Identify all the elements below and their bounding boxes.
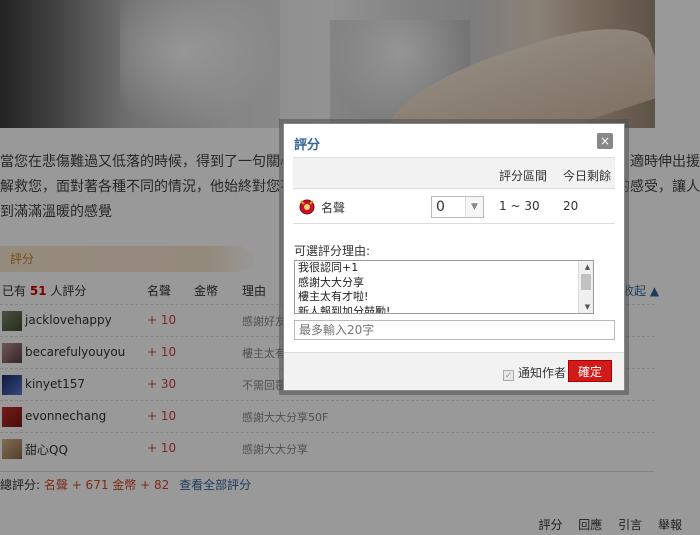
notify-label: 通知作者	[518, 366, 567, 380]
reason-input[interactable]	[294, 320, 615, 340]
notify-author[interactable]: ✓ 通知作者	[503, 364, 566, 381]
reason-scrollbar[interactable]: ▲ ▼	[578, 261, 593, 313]
rate-dialog: 評分 × 評分區間 今日剩餘 名聲 0 ▼ 1 ~ 30 20 可選評分理由: …	[283, 123, 625, 391]
fame-badge-icon	[299, 199, 315, 215]
notify-checkbox[interactable]: ✓	[503, 370, 514, 381]
score-select-value: 0	[436, 199, 445, 215]
scroll-thumb[interactable]	[581, 274, 591, 290]
scroll-up-icon[interactable]: ▲	[579, 261, 593, 273]
reason-option[interactable]: 我很認同+1	[295, 261, 593, 276]
reason-option[interactable]: 感謝大大分享	[295, 276, 593, 291]
col-range: 評分區間	[499, 169, 548, 183]
rate-grid-header: 評分區間 今日剩餘	[293, 157, 615, 189]
rate-grid-row: 名聲 0 ▼ 1 ~ 30 20	[293, 189, 615, 224]
reason-label: 可選評分理由:	[294, 244, 371, 258]
dialog-footer: ✓ 通知作者 確定	[284, 352, 624, 390]
col-today-remaining: 今日剩餘	[563, 169, 612, 183]
reason-option[interactable]: 樓主太有才啦!	[295, 290, 593, 305]
reason-listbox[interactable]: 我很認同+1 感謝大大分享 樓主太有才啦! 新人報到加分鼓勵! ▲ ▼	[294, 260, 594, 314]
today-remaining: 20	[563, 199, 579, 213]
close-icon[interactable]: ×	[597, 133, 613, 149]
score-select[interactable]: 0 ▼	[431, 196, 484, 218]
reason-option[interactable]: 新人報到加分鼓勵!	[295, 305, 593, 314]
dialog-title: 評分	[294, 138, 321, 153]
confirm-button[interactable]: 確定	[568, 360, 612, 382]
score-range: 1 ~ 30	[499, 199, 540, 213]
rate-category: 名聲	[321, 201, 346, 215]
scroll-down-icon[interactable]: ▼	[579, 301, 593, 313]
chevron-down-icon[interactable]: ▼	[465, 197, 483, 217]
